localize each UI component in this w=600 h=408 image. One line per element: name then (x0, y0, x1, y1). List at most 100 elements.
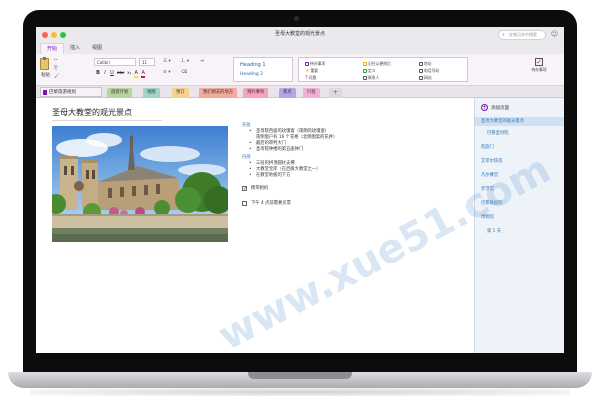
web-icon (419, 76, 423, 80)
question-icon: ? (305, 75, 308, 81)
cut-icon[interactable]: ✂ (54, 58, 58, 64)
add-page-button[interactable]: + 添加页面 (481, 104, 509, 111)
page-list-item[interactable]: 凡尔赛宫 (481, 173, 498, 179)
page-list-item[interactable]: 圣母大教堂的观光景点 (475, 117, 564, 126)
italic-button[interactable]: I (103, 70, 107, 78)
add-section-button[interactable]: + (329, 88, 343, 98)
onenote-window: 圣母大教堂的观光景点 ⌕ 在笔记本中搜索 ☺ 开始 插入 视图 粘贴 ✂ ⎘ 🖌… (36, 27, 564, 353)
section-tab-2[interactable]: 预订 (172, 88, 189, 98)
tag-important[interactable]: ★ 重要 (305, 68, 318, 74)
font-color-button[interactable]: A (141, 70, 146, 78)
section-tab-4[interactable]: 预约事项 (243, 88, 269, 98)
tag-contact[interactable]: 联系人 (363, 75, 379, 81)
tag-address[interactable]: 地址 (419, 61, 432, 67)
note-container[interactable]: 开放 圣母院西面的玫瑰窗（南侧的玫瑰窗） 南侧窗户有 16 个花格（北侧图案的花… (242, 123, 462, 207)
styles-gallery[interactable]: Heading 1 Heading 2 (233, 57, 293, 82)
tag-remember-label: 记住以便稍后 (368, 61, 391, 66)
page-list-item[interactable]: 凯旋门 (481, 145, 494, 151)
star-icon: ★ (305, 68, 310, 74)
strikethrough-button[interactable]: abc (117, 70, 124, 78)
laptop-shadow (30, 388, 570, 396)
todo-tag-button[interactable]: ✓ 待办事项 (530, 58, 548, 72)
laptop-notch (248, 372, 352, 379)
window-title: 圣母大教堂的观光景点 (274, 31, 325, 37)
tag-phone[interactable]: 电话号码 (419, 68, 439, 74)
tag-todo[interactable]: 待办事项 (305, 61, 325, 67)
copy-icon[interactable]: ⎘ (54, 66, 58, 72)
page-list-item[interactable]: 罗浮宫 (481, 187, 494, 193)
todo-tag-label: 待办事项 (531, 67, 547, 72)
contact-icon (363, 76, 367, 80)
numbering-icon[interactable]: ⒈ ▾ (181, 59, 189, 65)
align-icon[interactable]: ≡ ▾ (163, 70, 170, 76)
add-page-label: 添加页面 (491, 105, 509, 111)
page-list-pane: + 添加页面 圣母大教堂的观光景点 巴黎圣母院 凯旋门 艾菲尔铁塔 凡尔赛宫 罗… (474, 98, 564, 353)
tab-view[interactable]: 视图 (86, 43, 108, 54)
bullets-icon[interactable]: ☰ ▾ (163, 59, 171, 65)
tag-question-label: 问题 (308, 75, 317, 80)
tab-insert[interactable]: 插入 (64, 43, 86, 54)
note-bullet[interactable]: 在教堂地板的下方 (242, 173, 462, 179)
add-page-icon: + (481, 104, 488, 111)
section-tab-0[interactable]: 旅游计划 (107, 88, 133, 98)
clear-format-icon[interactable]: ⌫ (181, 70, 187, 76)
style-heading-2[interactable]: Heading 2 (240, 72, 263, 77)
note-bullet[interactable]: 圣母院钟楼的第五座钟门 (242, 147, 462, 153)
tag-remember[interactable]: 记住以便稍后 (363, 61, 391, 67)
section-tab-3[interactable]: 我们想去的地方 (199, 88, 238, 98)
todo-item: 下午 4 点前需要买票 (242, 200, 462, 207)
checkbox-checked-icon: ✓ (535, 58, 543, 66)
font-name-select[interactable]: Calibri (94, 58, 136, 66)
tag-question[interactable]: ? 问题 (305, 75, 316, 81)
tab-home[interactable]: 开始 (40, 43, 65, 54)
page-list-item[interactable]: 第 1 天 (487, 229, 501, 235)
todo-text[interactable]: 下午 4 点前需要买票 (251, 200, 291, 207)
tag-definition[interactable]: 定义 (363, 68, 376, 74)
todo-text[interactable]: 携带相机 (251, 185, 268, 192)
subscript-button[interactable]: x₂ (127, 70, 131, 78)
tag-address-label: 地址 (424, 61, 432, 66)
paste-icon[interactable] (40, 57, 49, 70)
definition-icon (363, 69, 367, 73)
address-icon (419, 62, 423, 66)
highlight-button[interactable]: A (134, 70, 139, 78)
search-placeholder: 在笔记本中搜索 (509, 32, 537, 37)
page-canvas[interactable]: 圣母大教堂的观光景点 开放 • 圣母院西面的玫瑰窗（南侧的玫瑰窗） 南侧窗户有 … (36, 98, 474, 353)
search-input[interactable]: ⌕ 在笔记本中搜索 (498, 30, 546, 40)
checkbox-icon (305, 62, 309, 66)
feedback-smiley-icon[interactable]: ☺ (551, 30, 558, 38)
ribbon-home: 粘贴 ✂ ⎘ 🖌 Calibri 11 B I U abc x₂ A A ☰ ▾… (36, 54, 564, 86)
notebook-selector[interactable]: 巴黎旅游规划 (40, 87, 102, 97)
todo-checkbox-unchecked[interactable] (242, 201, 247, 206)
section-tab-1[interactable]: 地图 (143, 88, 160, 98)
tag-website[interactable]: 网站 (419, 75, 432, 81)
search-icon: ⌕ (502, 32, 505, 38)
todo-item: ✓ 携带相机 (242, 185, 462, 192)
underline-button[interactable]: U (110, 70, 114, 78)
camera-icon (294, 16, 299, 21)
todo-checkbox-checked[interactable]: ✓ (242, 186, 247, 192)
paste-label: 粘贴 (41, 73, 50, 78)
tags-gallery: 待办事项 ★ 重要 ? 问题 记住以便稍后 定义 联系人 地址 电话号码 网站 (298, 57, 468, 82)
bold-button[interactable]: B (96, 70, 100, 78)
highlight-icon (363, 62, 367, 66)
notre-dame-photo (52, 126, 228, 242)
tag-important-label: 重要 (310, 68, 319, 73)
style-heading-1[interactable]: Heading 1 (240, 62, 266, 68)
title-bar: 圣母大教堂的观光景点 ⌕ 在笔记本中搜索 ☺ (36, 27, 564, 43)
format-painter-icon[interactable]: 🖌 (54, 74, 60, 80)
page-list-item[interactable]: 博物馆 (481, 215, 494, 221)
page-list-item[interactable]: 巴黎歌剧院 (481, 201, 502, 207)
section-tab-5[interactable]: 景点 (279, 88, 296, 98)
indent-icon[interactable]: ⇥ (200, 59, 204, 65)
ribbon-tabs: 开始 插入 视图 (36, 43, 564, 54)
tag-todo-label: 待办事项 (310, 61, 326, 66)
section-tab-6[interactable]: 行程 (303, 88, 320, 98)
tag-definition-label: 定义 (368, 68, 376, 73)
page-list-item[interactable]: 巴黎圣母院 (487, 131, 508, 137)
page-title[interactable]: 圣母大教堂的观光景点 (52, 107, 132, 118)
page-list-item[interactable]: 艾菲尔铁塔 (481, 159, 502, 165)
format-buttons: B I U abc x₂ A A (96, 70, 146, 78)
font-size-select[interactable]: 11 (139, 58, 155, 66)
tag-website-label: 网站 (424, 75, 432, 80)
